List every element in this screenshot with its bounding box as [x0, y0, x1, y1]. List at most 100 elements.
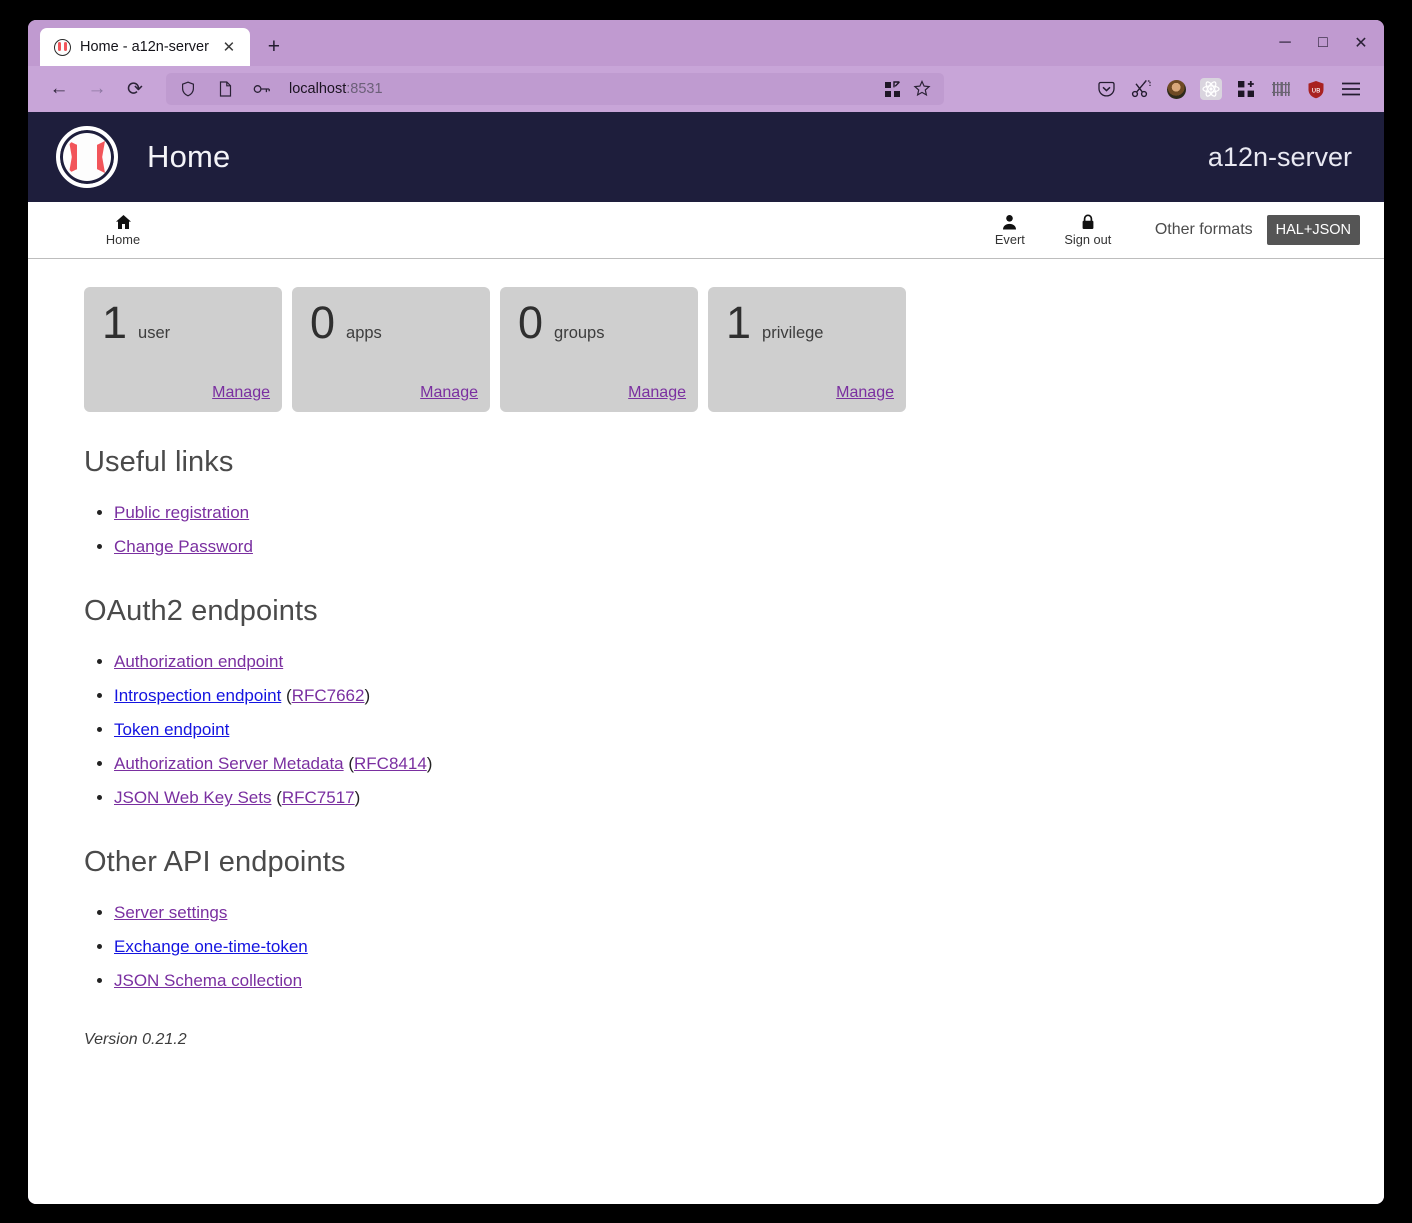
- link-change-password[interactable]: Change Password: [114, 537, 253, 556]
- link-public-registration[interactable]: Public registration: [114, 503, 249, 522]
- svg-text:ᴜʙ: ᴜʙ: [1312, 85, 1321, 94]
- app-navbar: Home Evert Sign out Other formats HAL+JS…: [28, 202, 1384, 259]
- link-list: Server settings Exchange one-time-token …: [114, 899, 1328, 995]
- key-icon[interactable]: [248, 76, 276, 102]
- section-heading: Other API endpoints: [84, 846, 346, 879]
- list-item: Server settings: [114, 899, 1328, 927]
- stat-card: 0 apps Manage: [292, 287, 490, 412]
- extensions-add-icon[interactable]: [1231, 74, 1261, 104]
- nav-item-signout[interactable]: Sign out: [1051, 213, 1125, 247]
- stat-card-top: 0 apps: [310, 300, 478, 344]
- browser-tab[interactable]: Home - a12n-server ✕: [40, 28, 250, 66]
- link-exchange-one-time-token[interactable]: Exchange one-time-token: [114, 937, 308, 956]
- link-token-endpoint[interactable]: Token endpoint: [114, 720, 229, 739]
- new-tab-button[interactable]: +: [258, 31, 290, 63]
- ublock-origin-icon[interactable]: ᴜʙ: [1301, 74, 1331, 104]
- bookmark-star-icon[interactable]: [908, 76, 936, 102]
- stat-card-label: privilege: [762, 324, 824, 342]
- maximize-icon[interactable]: □: [1306, 29, 1340, 57]
- stat-card-manage-link[interactable]: Manage: [628, 384, 686, 402]
- link-authorization-endpoint[interactable]: Authorization endpoint: [114, 652, 283, 671]
- nav-item-home[interactable]: Home: [86, 213, 160, 247]
- list-item: Authorization endpoint: [114, 648, 1328, 676]
- version-text: Version 0.21.2: [84, 1031, 187, 1049]
- stat-card-manage-link[interactable]: Manage: [836, 384, 894, 402]
- address-bar[interactable]: localhost:8531: [166, 73, 944, 105]
- stat-card: 1 privilege Manage: [708, 287, 906, 412]
- nav-item-user[interactable]: Evert: [973, 213, 1047, 247]
- list-item: JSON Web Key Sets (RFC7517): [114, 784, 1328, 812]
- page-viewport: Home a12n-server Home Evert Sign out Oth…: [28, 112, 1384, 1204]
- link-introspection-endpoint[interactable]: Introspection endpoint: [114, 686, 281, 705]
- link-json-web-key-sets[interactable]: JSON Web Key Sets: [114, 788, 271, 807]
- stat-card: 1 user Manage: [84, 287, 282, 412]
- stat-card: 0 groups Manage: [500, 287, 698, 412]
- barcode-icon[interactable]: [1266, 74, 1296, 104]
- page-title: Home: [147, 139, 231, 174]
- minimize-icon[interactable]: ─: [1268, 29, 1302, 57]
- suffix-close: ): [364, 686, 371, 706]
- page-content: 1 user Manage 0 apps Manage 0 groups Man…: [28, 259, 1384, 1204]
- link-authorization-server-metadata[interactable]: Authorization Server Metadata: [114, 754, 344, 773]
- a12n-server-logo-icon: [56, 126, 118, 188]
- stat-card-count: 1: [726, 297, 752, 348]
- url-host: localhost: [289, 81, 347, 97]
- favicon-icon: [54, 38, 71, 56]
- nav-item-home-label: Home: [105, 232, 141, 247]
- section-heading: Useful links: [84, 446, 234, 478]
- stat-card-count: 1: [102, 297, 128, 348]
- url-port: :8531: [346, 81, 383, 97]
- home-icon: [115, 213, 132, 231]
- app-brand: a12n-server: [1207, 141, 1352, 172]
- stat-card-label: apps: [346, 324, 382, 342]
- reload-icon[interactable]: ⟳: [118, 73, 152, 105]
- person-icon: [1002, 213, 1017, 231]
- suffix-close: ): [354, 788, 361, 808]
- link-rfc7662[interactable]: RFC7662: [292, 686, 365, 705]
- app-header: Home a12n-server: [28, 112, 1384, 202]
- link-rfc8414[interactable]: RFC8414: [354, 754, 427, 773]
- account-avatar-icon[interactable]: [1161, 74, 1191, 104]
- address-bar-actions: [878, 76, 936, 102]
- react-devtools-icon[interactable]: [1196, 74, 1226, 104]
- stat-card-manage-link[interactable]: Manage: [420, 384, 478, 402]
- stat-card-list: 1 user Manage 0 apps Manage 0 groups Man…: [84, 287, 1328, 412]
- lock-icon: [1081, 213, 1095, 231]
- link-rfc7517[interactable]: RFC7517: [282, 788, 355, 807]
- nav-item-signout-label: Sign out: [1064, 232, 1112, 247]
- pocket-icon[interactable]: [1091, 74, 1121, 104]
- shield-icon[interactable]: [174, 76, 202, 102]
- close-icon[interactable]: ✕: [218, 36, 240, 58]
- other-formats-label: Other formats: [1154, 221, 1253, 238]
- link-server-settings[interactable]: Server settings: [114, 903, 227, 922]
- window-close-icon[interactable]: ✕: [1344, 29, 1378, 57]
- tab-strip: Home - a12n-server ✕ + ─ □ ✕: [28, 20, 1384, 66]
- list-item: Change Password: [114, 533, 1328, 561]
- link-json-schema-collection[interactable]: JSON Schema collection: [114, 971, 302, 990]
- link-list: Authorization endpoint Introspection end…: [114, 648, 1328, 812]
- list-item: JSON Schema collection: [114, 967, 1328, 995]
- scissors-icon[interactable]: [1126, 74, 1156, 104]
- suffix-open: (: [271, 788, 282, 808]
- list-item: Authorization Server Metadata (RFC8414): [114, 750, 1328, 778]
- suffix-close: ): [426, 754, 433, 774]
- nav-item-user-label: Evert: [994, 232, 1025, 247]
- stat-card-count: 0: [518, 297, 544, 348]
- format-badge-hal-json[interactable]: HAL+JSON: [1266, 215, 1360, 245]
- tab-title: Home - a12n-server: [80, 39, 209, 55]
- suffix-open: (: [281, 686, 292, 706]
- extensions-icon[interactable]: [878, 76, 906, 102]
- forward-icon[interactable]: →: [80, 73, 114, 105]
- browser-menu-icon[interactable]: [1336, 74, 1366, 104]
- list-item: Token endpoint: [114, 716, 1328, 744]
- link-list: Public registration Change Password: [114, 499, 1328, 561]
- back-icon[interactable]: ←: [42, 73, 76, 105]
- app-navbar-right: Evert Sign out Other formats HAL+JSON: [973, 213, 1372, 247]
- reader-view-icon[interactable]: [211, 76, 239, 102]
- list-item: Public registration: [114, 499, 1328, 527]
- stat-card-manage-link[interactable]: Manage: [212, 384, 270, 402]
- stat-card-label: user: [138, 324, 171, 342]
- list-item: Introspection endpoint (RFC7662): [114, 682, 1328, 710]
- stat-card-top: 1 user: [102, 297, 270, 348]
- browser-toolbar: ← → ⟳ localhost:8531 ᴜʙ: [28, 66, 1384, 112]
